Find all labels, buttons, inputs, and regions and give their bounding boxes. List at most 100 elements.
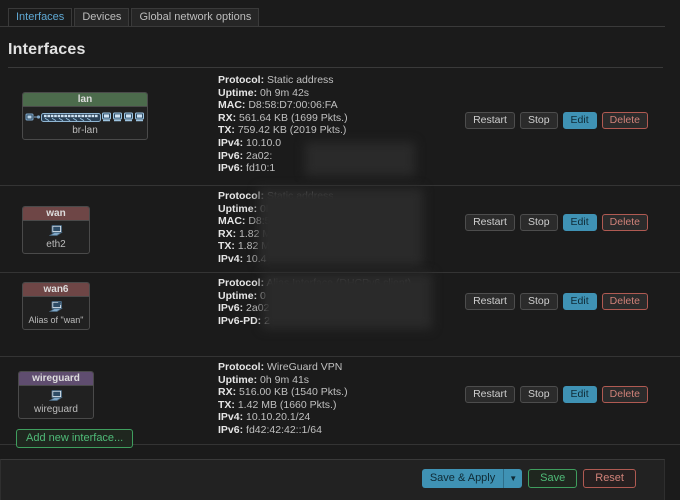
detail-value: 516.00 KB (1540 Pkts.) [239,386,348,399]
row-actions-lan: Restart Stop Edit Delete [460,112,648,129]
detail-value: WireGuard VPN [267,361,343,373]
detail-tx: TX: 1.82 M [218,240,334,253]
edit-button[interactable]: Edit [562,112,597,129]
detail-label: IPv6-PD: [218,314,262,327]
tab-interfaces[interactable]: Interfaces [8,8,73,26]
bridge-icon [25,110,145,124]
detail-rx: RX: 516.00 KB (1540 Pkts.) [218,386,348,399]
interface-badge-wan[interactable]: wan eth2 [22,206,90,254]
detail-value: Static address [267,190,334,202]
detail-label: IPv4: [218,411,244,424]
detail-ipv6-1: IPv6: 2a02: [218,150,348,163]
add-new-interface-button[interactable]: Add new interface... [16,429,134,448]
detail-label: Protocol: [218,277,265,289]
detail-label: MAC: [218,215,246,228]
detail-value: 1.42 MB (1660 Pkts.) [237,398,337,411]
detail-label: TX: [218,240,235,253]
detail-value: 1.82 M [237,240,270,253]
detail-label: Uptime: [218,289,258,302]
detail-ipv6-2: IPv6: fd10:1 [218,162,348,175]
interfaces-page: Interfaces Devices Global network options … [0,0,680,500]
detail-uptime: Uptime: 0 [218,290,411,303]
delete-button[interactable]: Delete [601,112,648,129]
interface-badge-wan6[interactable]: wan6 Alias of "wan" [22,282,90,330]
detail-ipv6-pd: IPv6-PD: 2 [218,315,411,328]
row-actions-wan: Restart Stop Edit Delete [460,214,648,231]
detail-rx: RX: 1.82 M [218,228,334,241]
interface-device-label: br-lan [72,125,98,136]
detail-uptime: Uptime: 0h 9m 42s [218,87,348,100]
delete-button[interactable]: Delete [601,214,648,231]
interface-name-label: wireguard [19,372,93,386]
detail-value: D8:5 [248,215,271,228]
restart-button[interactable]: Restart [465,112,515,129]
stop-button[interactable]: Stop [519,386,558,403]
edit-button[interactable]: Edit [562,214,597,231]
table-row: lan br-lan Protocol: Static address Upti… [0,70,680,186]
detail-ipv4: IPv4: 10.4 [218,253,334,266]
interface-list: lan br-lan Protocol: Static address Upti… [0,70,680,445]
restart-button[interactable]: Restart [465,214,515,231]
restart-button[interactable]: Restart [465,386,515,403]
interface-badge-body: eth2 [23,221,89,253]
interface-badge-wireguard[interactable]: wireguard wireguard [18,371,94,419]
detail-label: Uptime: [218,202,258,215]
interface-device-label: wireguard [34,404,78,415]
detail-label: IPv6: [218,149,244,162]
restart-button[interactable]: Restart [465,293,515,310]
chevron-down-icon[interactable]: ▼ [504,470,522,488]
interface-details-wan6: Protocol: Alias Interface (DHCPv6 client… [218,277,411,327]
interface-details-wireguard: Protocol: WireGuard VPN Uptime: 0h 9m 41… [218,361,348,437]
detail-value: 0h 9m 42s [260,86,310,99]
detail-protocol: Protocol: WireGuard VPN [218,361,348,374]
detail-label: IPv6: [218,302,244,315]
title-divider [8,67,663,68]
row-actions-wan6: Restart Stop Edit Delete [460,293,648,310]
tab-bar: Interfaces Devices Global network options [0,8,665,27]
interface-badge-body: Alias of "wan" [23,297,89,329]
detail-label: Protocol: [218,190,265,202]
detail-protocol: Protocol: Static address [218,190,334,203]
stop-button[interactable]: Stop [519,214,558,231]
save-button[interactable]: Save [528,469,578,488]
detail-tx: TX: 1.42 MB (1660 Pkts.) [218,399,348,412]
interface-badge-lan[interactable]: lan br-lan [22,92,148,140]
stop-button[interactable]: Stop [519,112,558,129]
interface-details-wan: Protocol: Static address Uptime: 0h 9m 4… [218,190,334,266]
delete-button[interactable]: Delete [601,386,648,403]
detail-label: IPv6: [218,423,244,436]
stop-button[interactable]: Stop [519,293,558,310]
edit-button[interactable]: Edit [562,386,597,403]
detail-value: D8:58:D7:00:06:FA [248,99,338,112]
interface-device-label: eth2 [46,239,66,250]
detail-value: fd42:42:42::1/64 [246,423,322,436]
detail-ipv6: IPv6: fd42:42:42::1/64 [218,424,348,437]
detail-value: 10.4 [246,252,267,265]
detail-label: Uptime: [218,86,258,99]
ethernet-icon [21,389,91,403]
edit-button[interactable]: Edit [562,293,597,310]
detail-rx: RX: 561.64 KB (1699 Pkts.) [218,112,348,125]
ethernet-icon [25,224,87,238]
detail-label: TX: [218,398,235,411]
detail-label: RX: [218,111,237,124]
detail-label: Protocol: [218,74,265,86]
detail-value: 1.82 M [239,227,272,240]
detail-value: 2a02 [246,302,270,315]
tab-global-network-options[interactable]: Global network options [131,8,260,26]
detail-label: IPv4: [218,252,244,265]
detail-value: 10.10.20.1/24 [246,411,311,424]
delete-button[interactable]: Delete [601,293,648,310]
detail-value: 2 [264,314,270,327]
tab-devices[interactable]: Devices [74,8,130,26]
reset-button[interactable]: Reset [583,469,636,488]
save-and-apply-button[interactable]: Save & Apply ▼ [421,469,523,488]
alias-icon [25,300,87,314]
detail-ipv4: IPv4: 10.10.20.1/24 [218,411,348,424]
detail-mac: MAC: D8:58:D7:00:06:FA [218,99,348,112]
detail-value: Alias Interface (DHCPv6 client) [266,277,412,289]
detail-value: 759.42 KB (2019 Pkts.) [237,124,347,137]
detail-value: 561.64 KB (1699 Pkts.) [239,111,348,124]
footer-bar: Save & Apply ▼ Save Reset [0,459,665,500]
detail-tx: TX: 759.42 KB (2019 Pkts.) [218,124,348,137]
